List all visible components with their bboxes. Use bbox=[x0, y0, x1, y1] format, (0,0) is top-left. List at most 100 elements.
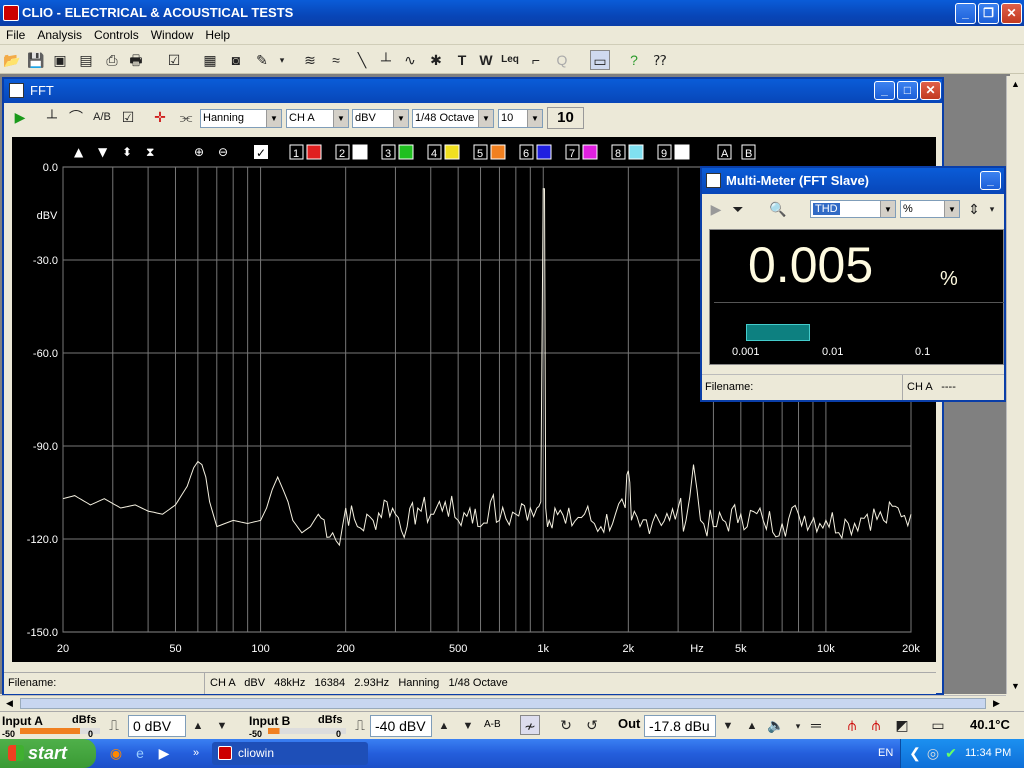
phantom-a-icon[interactable]: ⫛ bbox=[842, 715, 862, 735]
unit-select[interactable]: dBV ▼ bbox=[352, 109, 409, 128]
language-indicator[interactable]: EN bbox=[878, 747, 893, 759]
generator-icon[interactable]: ≁ bbox=[520, 715, 540, 735]
ab-mode-label[interactable]: A-B bbox=[484, 719, 501, 730]
zoom-in-icon[interactable]: ⊕ bbox=[194, 145, 204, 159]
smoothing-select[interactable]: 1/48 Octave ▼ bbox=[412, 109, 494, 128]
output-down-icon[interactable]: ▼ bbox=[718, 716, 738, 736]
ab-icon[interactable]: A/B bbox=[92, 107, 112, 127]
output-up-icon[interactable]: ▲ bbox=[742, 716, 762, 736]
firefox-icon[interactable]: ◉ bbox=[106, 743, 126, 763]
input-a-autorange-icon[interactable]: ⎍ bbox=[104, 715, 124, 735]
channel-color-swatch[interactable] bbox=[306, 144, 322, 160]
waveform-tool-icon[interactable]: ≈ bbox=[326, 50, 346, 70]
help-icon[interactable]: ? bbox=[624, 50, 644, 70]
open-icon[interactable]: 📂 bbox=[2, 50, 22, 70]
mm-range-dropdown-icon[interactable]: ▾ bbox=[982, 199, 1002, 219]
output-level-field[interactable]: -17.8 dBu bbox=[644, 715, 716, 737]
settings-check-icon[interactable]: ☑ bbox=[118, 107, 138, 127]
menu-analysis[interactable]: Analysis bbox=[31, 26, 88, 44]
battery-icon[interactable]: ▭ bbox=[928, 715, 948, 735]
tray-check-icon[interactable]: ✔ bbox=[941, 743, 961, 763]
mm-zoom-icon[interactable]: 🔍 bbox=[768, 199, 788, 219]
average-select[interactable]: 10 ▼ bbox=[498, 109, 543, 128]
channel-select[interactable]: CH A ▼ bbox=[286, 109, 349, 128]
checklist-icon[interactable]: ☑ bbox=[164, 50, 184, 70]
parameter-select[interactable]: THD ▼ bbox=[810, 200, 896, 218]
fft-tool-icon[interactable]: ┴ bbox=[376, 50, 396, 70]
scale-up-icon[interactable]: ▲ bbox=[74, 145, 84, 159]
ie-icon[interactable]: e bbox=[130, 743, 150, 763]
mls-tool-icon[interactable]: ✱ bbox=[426, 50, 446, 70]
scroll-right-icon[interactable]: ▶ bbox=[989, 696, 1004, 711]
export-icon[interactable]: ▤ bbox=[76, 50, 96, 70]
input-a-down-icon[interactable]: ▼ bbox=[212, 716, 232, 736]
ts-tool-icon[interactable]: T bbox=[452, 50, 472, 70]
save-icon[interactable]: 💾 bbox=[26, 50, 46, 70]
input-b-down-icon[interactable]: ▼ bbox=[458, 716, 478, 736]
fft-maximize-button[interactable]: □ bbox=[897, 81, 918, 100]
impedance-icon[interactable]: ◩ bbox=[892, 715, 912, 735]
task-cliowin[interactable]: cliowin bbox=[212, 742, 368, 765]
compress-icon[interactable]: ⧗ bbox=[146, 145, 154, 159]
channel-color-swatch[interactable] bbox=[352, 144, 368, 160]
unit-select-mm[interactable]: % ▼ bbox=[900, 200, 960, 218]
phantom-b-icon[interactable]: ⫛ bbox=[866, 715, 886, 735]
camera-icon[interactable]: ◙ bbox=[226, 50, 246, 70]
tray-cd-icon[interactable]: ◎ bbox=[923, 743, 943, 763]
leq-tool-icon[interactable]: Leq bbox=[500, 50, 520, 70]
speaker-dropdown-icon[interactable]: ▾ bbox=[788, 716, 808, 736]
sweep-tool-icon[interactable]: ╲ bbox=[352, 50, 372, 70]
marker-icon[interactable]: ⫘ bbox=[176, 107, 196, 127]
desktop-icon[interactable]: ▭ bbox=[590, 50, 610, 70]
spectrum-icon[interactable]: ┴ bbox=[42, 107, 62, 127]
channel-color-swatch[interactable] bbox=[490, 144, 506, 160]
channel-color-swatch[interactable] bbox=[398, 144, 414, 160]
eraser-dropdown-icon[interactable]: ▾ bbox=[272, 50, 292, 70]
scroll-thumb[interactable] bbox=[20, 698, 986, 709]
wf-tool-icon[interactable]: W bbox=[476, 50, 496, 70]
multimeter-tool-icon[interactable]: ≋ bbox=[300, 50, 320, 70]
printer-icon[interactable]: 🖶 bbox=[126, 50, 146, 70]
eraser-icon[interactable]: ✎ bbox=[252, 50, 272, 70]
horizontal-scrollbar[interactable]: ◀ ▶ bbox=[0, 695, 1006, 711]
fft-minimize-button[interactable]: _ bbox=[874, 81, 895, 100]
channel-color-swatch[interactable] bbox=[444, 144, 460, 160]
save-as-icon[interactable]: ▣ bbox=[50, 50, 70, 70]
channel-color-swatch[interactable] bbox=[582, 144, 598, 160]
minimize-button[interactable]: _ bbox=[955, 3, 976, 24]
menu-controls[interactable]: Controls bbox=[88, 26, 145, 44]
loop-a-icon[interactable]: ↻ bbox=[556, 715, 576, 735]
restore-button[interactable]: ❐ bbox=[978, 3, 999, 24]
input-a-up-icon[interactable]: ▲ bbox=[188, 716, 208, 736]
mute-icon[interactable]: ═ bbox=[806, 715, 826, 735]
envelope-icon[interactable]: ⌒ bbox=[66, 107, 86, 127]
scroll-down-icon[interactable]: ▼ bbox=[1008, 678, 1023, 694]
scale-down-icon[interactable]: ▼ bbox=[98, 145, 108, 159]
sine-tool-icon[interactable]: ∿ bbox=[400, 50, 420, 70]
mm-capture-icon[interactable]: ⏷ bbox=[728, 199, 748, 219]
tray-arrow-icon[interactable]: ❮ bbox=[905, 743, 925, 763]
start-button[interactable]: start bbox=[0, 739, 96, 768]
film-icon[interactable]: ▦ bbox=[200, 50, 220, 70]
quicklaunch-more-icon[interactable]: » bbox=[186, 743, 206, 763]
loop-b-icon[interactable]: ↺ bbox=[582, 715, 602, 735]
input-b-range-field[interactable]: -40 dBV bbox=[370, 715, 432, 737]
mm-range-icon[interactable]: ⇕ bbox=[964, 199, 984, 219]
cursor-icon[interactable]: ✛ bbox=[150, 107, 170, 127]
vertical-scrollbar[interactable]: ▲ ▼ bbox=[1006, 76, 1024, 694]
scroll-left-icon[interactable]: ◀ bbox=[2, 696, 17, 711]
input-a-range-field[interactable]: 0 dBV bbox=[128, 715, 186, 737]
speaker-icon[interactable]: 🔈 bbox=[766, 715, 786, 735]
context-help-icon[interactable]: ⁇ bbox=[650, 50, 670, 70]
media-player-icon[interactable]: ▶ bbox=[154, 743, 174, 763]
channel-color-swatch[interactable] bbox=[674, 144, 690, 160]
input-b-autorange-icon[interactable]: ⎍ bbox=[350, 715, 370, 735]
scroll-up-icon[interactable]: ▲ bbox=[1008, 76, 1023, 92]
input-b-up-icon[interactable]: ▲ bbox=[434, 716, 454, 736]
channel-color-swatch[interactable] bbox=[536, 144, 552, 160]
channel-color-swatch[interactable] bbox=[628, 144, 644, 160]
close-button[interactable]: ✕ bbox=[1001, 3, 1022, 24]
mm-play-icon[interactable]: ▶ bbox=[706, 199, 726, 219]
expand-icon[interactable]: ⬍ bbox=[122, 145, 132, 159]
menu-help[interactable]: Help bbox=[199, 26, 236, 44]
